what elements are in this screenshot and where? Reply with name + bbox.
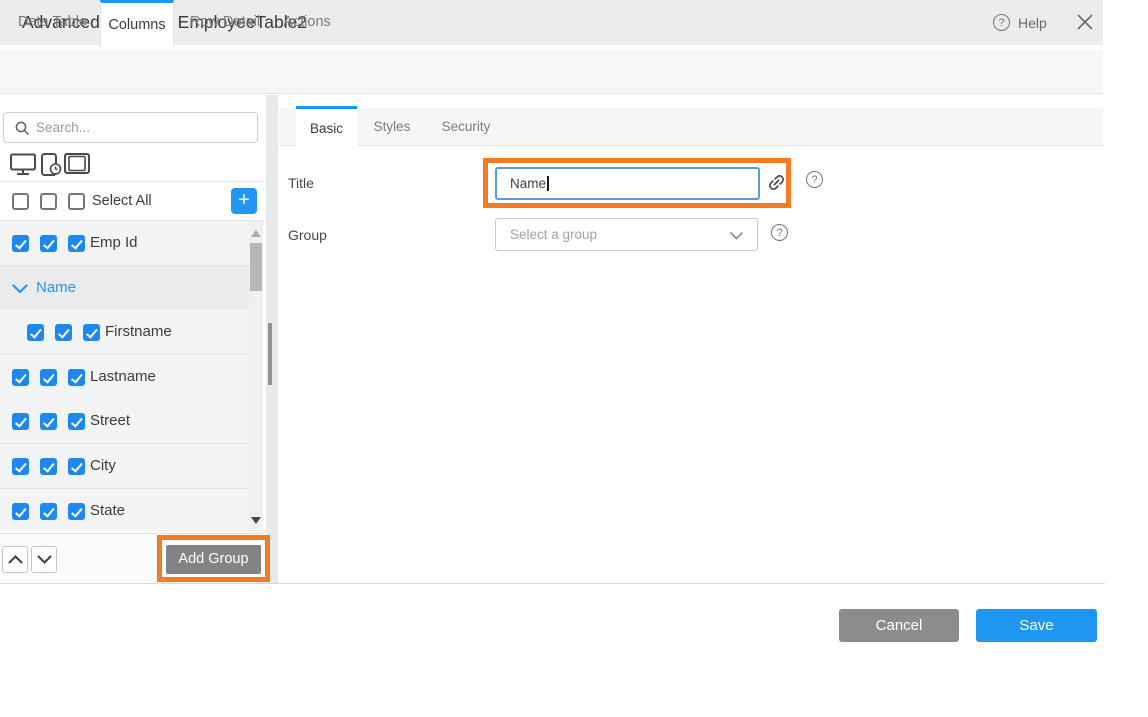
select-all-checkbox-tablet[interactable] (68, 193, 85, 210)
chevron-down-icon (12, 284, 28, 294)
move-down-button[interactable] (31, 546, 57, 573)
checkbox-phone[interactable] (40, 235, 57, 252)
group-select-placeholder: Select a group (510, 227, 597, 242)
select-all-label: Select All (92, 193, 152, 209)
select-all-checkbox-desktop[interactable] (12, 193, 29, 210)
tab-columns[interactable]: Columns (100, 0, 174, 48)
move-up-button[interactable] (2, 546, 28, 573)
title-help-icon[interactable] (806, 171, 823, 188)
group-help-icon[interactable] (771, 224, 788, 241)
group-header-name[interactable]: Name (0, 266, 249, 311)
checkbox-tablet[interactable] (68, 503, 85, 520)
search-input[interactable] (36, 114, 251, 141)
column-label: State (90, 502, 125, 519)
title-input-value: Name (510, 176, 546, 191)
advanced-settings-dialog: Advanced Settings: EmployeeTable2 Help D… (0, 0, 1148, 717)
title-field-label: Title (288, 175, 314, 191)
column-search (3, 112, 258, 143)
tab-security[interactable]: Security (432, 108, 500, 146)
scroll-down-icon[interactable] (251, 517, 261, 524)
list-item-street: Street (0, 399, 249, 444)
help-circle-icon (993, 14, 1010, 31)
scrollbar-thumb[interactable] (268, 323, 272, 385)
checkbox-phone[interactable] (40, 503, 57, 520)
cancel-button[interactable]: Cancel (839, 609, 959, 642)
dialog-tabbar (0, 50, 1103, 94)
checkbox-tablet[interactable] (68, 458, 85, 475)
column-label: Firstname (105, 323, 172, 340)
link-icon[interactable] (766, 172, 788, 194)
search-icon (15, 121, 30, 136)
select-all-checkbox-phone[interactable] (40, 193, 57, 210)
checkbox-desktop[interactable] (12, 235, 29, 252)
scroll-up-icon[interactable] (251, 230, 261, 237)
checkbox-tablet[interactable] (68, 413, 85, 430)
plus-icon[interactable] (231, 188, 257, 214)
checkbox-desktop[interactable] (12, 369, 29, 386)
tab-styles[interactable]: Styles (366, 108, 418, 146)
checkbox-phone[interactable] (40, 413, 57, 430)
group-field-label: Group (288, 227, 327, 243)
checkbox-tablet[interactable] (68, 235, 85, 252)
select-all-row: Select All (0, 183, 265, 221)
checkbox-desktop[interactable] (27, 324, 44, 341)
checkbox-tablet[interactable] (68, 369, 85, 386)
list-scrollbar[interactable] (249, 221, 263, 531)
help-button[interactable]: Help (993, 0, 1047, 45)
list-item-city: City (0, 444, 249, 489)
checkbox-phone[interactable] (40, 369, 57, 386)
list-item-emp-id: Emp Id (0, 221, 249, 266)
title-input[interactable]: Name (495, 167, 760, 200)
phone-icon[interactable] (41, 153, 63, 177)
column-label: Lastname (90, 368, 156, 385)
chevron-down-icon (37, 555, 52, 564)
checkbox-phone[interactable] (40, 458, 57, 475)
tab-data-table[interactable]: Data Table (10, 0, 95, 44)
footer-divider (0, 583, 1105, 584)
add-group-button[interactable]: Add Group (166, 545, 261, 574)
column-label: Emp Id (90, 234, 138, 251)
group-label: Name (36, 279, 76, 296)
list-item-firstname: Firstname (0, 310, 249, 355)
column-label: Street (90, 412, 130, 429)
chevron-down-icon (730, 232, 743, 240)
panel-scrollbar[interactable] (266, 95, 278, 583)
checkbox-desktop[interactable] (12, 503, 29, 520)
column-label: City (90, 457, 116, 474)
sidebar-footer: Add Group (0, 533, 265, 583)
help-label: Help (1018, 15, 1047, 31)
group-select[interactable]: Select a group (495, 218, 758, 251)
checkbox-tablet[interactable] (83, 324, 100, 341)
device-toggle-row (0, 147, 265, 182)
save-button[interactable]: Save (976, 609, 1097, 642)
tablet-icon[interactable] (64, 153, 90, 174)
tab-row-detail[interactable]: Row Detail (178, 0, 272, 44)
tab-actions[interactable]: Actions (272, 0, 342, 44)
list-item-lastname: Lastname (0, 355, 249, 400)
checkbox-phone[interactable] (55, 324, 72, 341)
checkbox-desktop[interactable] (12, 458, 29, 475)
scrollbar-thumb[interactable] (250, 243, 262, 291)
text-caret (547, 176, 549, 191)
list-item-state: State (0, 489, 249, 531)
tab-basic[interactable]: Basic (296, 106, 357, 148)
checkbox-desktop[interactable] (12, 413, 29, 430)
chevron-up-icon (8, 555, 23, 564)
desktop-icon[interactable] (10, 153, 36, 176)
close-icon[interactable] (1074, 11, 1096, 33)
